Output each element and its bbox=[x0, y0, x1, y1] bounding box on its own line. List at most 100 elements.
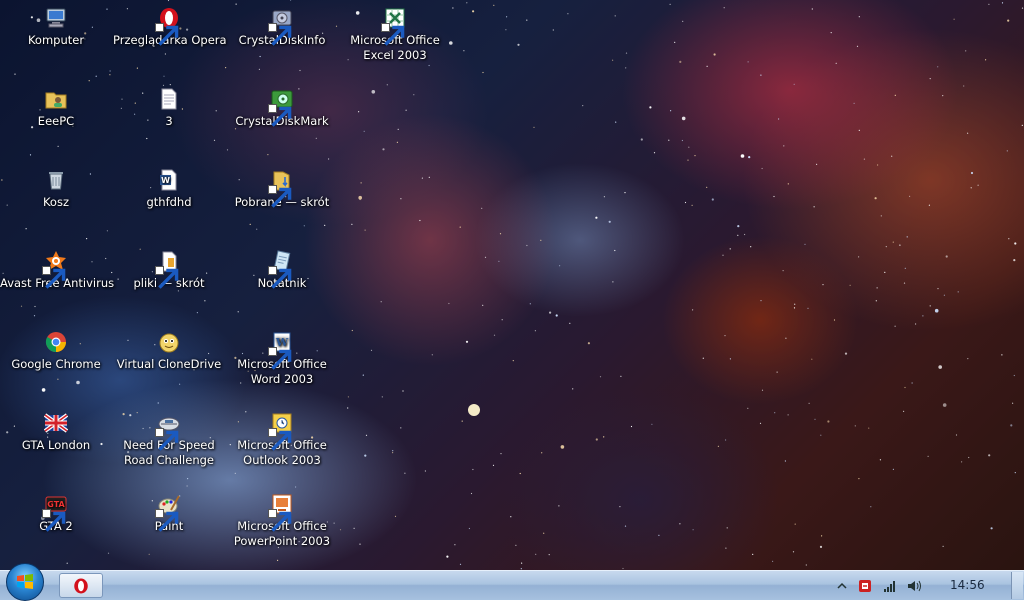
star bbox=[506, 16, 508, 18]
desktop[interactable]: Komputer EeePC Kosz Avast Free Antivirus… bbox=[0, 0, 1024, 570]
notepad-icon bbox=[268, 249, 294, 289]
desktop-icon-crystaldiskmark[interactable]: CrystalDiskMark bbox=[226, 87, 338, 129]
star bbox=[484, 256, 487, 258]
desktop-icon-gthfdhd[interactable]: W gthfdhd bbox=[113, 168, 225, 210]
star bbox=[853, 102, 855, 104]
taskbar-clock[interactable]: 14:56 bbox=[950, 578, 985, 592]
star bbox=[482, 304, 484, 306]
star bbox=[381, 396, 383, 398]
star bbox=[500, 453, 502, 455]
desktop-icon-eeepc[interactable]: EeePC bbox=[0, 87, 112, 129]
paint-icon bbox=[155, 492, 181, 532]
star bbox=[669, 3, 671, 5]
star bbox=[481, 207, 483, 209]
star bbox=[397, 128, 399, 130]
star bbox=[805, 564, 807, 566]
star bbox=[452, 7, 454, 9]
star bbox=[612, 281, 614, 283]
recycle-bin-icon bbox=[44, 168, 68, 192]
star bbox=[747, 61, 749, 63]
desktop-icon-paint[interactable]: Paint bbox=[113, 492, 225, 534]
desktop-icon-excel[interactable]: Microsoft Office Excel 2003 bbox=[339, 6, 451, 63]
star bbox=[904, 267, 906, 269]
desktop-icon-outlook[interactable]: Microsoft Office Outlook 2003 bbox=[226, 411, 338, 468]
star bbox=[692, 309, 694, 311]
star bbox=[34, 305, 36, 308]
tray-volume[interactable] bbox=[906, 578, 922, 594]
star bbox=[620, 375, 622, 377]
star bbox=[359, 198, 361, 201]
star bbox=[945, 255, 948, 258]
network-icon bbox=[884, 581, 895, 592]
desktop-icon-kosz[interactable]: Kosz bbox=[0, 168, 112, 210]
show-hidden-icons-button[interactable] bbox=[834, 578, 850, 594]
desktop-icon-label-line2: PowerPoint 2003 bbox=[233, 534, 331, 548]
tray-avast[interactable] bbox=[857, 578, 873, 594]
star bbox=[876, 287, 878, 289]
star bbox=[961, 461, 963, 463]
desktop-icon-label: GTA London bbox=[21, 438, 91, 452]
star bbox=[213, 139, 216, 141]
desktop-icon-powerpoint[interactable]: Microsoft Office PowerPoint 2003 bbox=[226, 492, 338, 549]
desktop-icon-nfs[interactable]: Need For Speed Road Challenge bbox=[113, 411, 225, 468]
star bbox=[549, 311, 552, 314]
star bbox=[567, 13, 569, 15]
star bbox=[922, 315, 924, 317]
star bbox=[614, 249, 616, 252]
desktop-icon-clonedrive[interactable]: Virtual CloneDrive bbox=[113, 330, 225, 372]
desktop-icon-komputer[interactable]: Komputer bbox=[0, 6, 112, 48]
start-button[interactable] bbox=[6, 563, 44, 601]
star bbox=[526, 244, 528, 247]
tray-network[interactable] bbox=[882, 578, 898, 594]
star bbox=[943, 294, 946, 296]
star bbox=[529, 303, 531, 305]
star bbox=[167, 0, 170, 2]
star bbox=[146, 137, 148, 140]
star bbox=[970, 187, 972, 189]
star bbox=[711, 198, 714, 201]
desktop-icon-3[interactable]: 3 bbox=[113, 87, 225, 129]
star bbox=[619, 506, 621, 508]
star bbox=[942, 545, 944, 548]
desktop-icon-gta2[interactable]: GTA GTA 2 bbox=[0, 492, 112, 534]
star bbox=[599, 376, 602, 378]
desktop-icon-chrome[interactable]: Google Chrome bbox=[0, 330, 112, 372]
clonedrive-icon bbox=[157, 330, 181, 354]
star bbox=[624, 192, 626, 194]
desktop-icon-pobrane[interactable]: Pobrane — skrót bbox=[226, 168, 338, 210]
star bbox=[492, 464, 495, 466]
desktop-icon-word[interactable]: W Microsoft Office Word 2003 bbox=[226, 330, 338, 387]
desktop-icon-avast[interactable]: Avast Free Antivirus bbox=[0, 249, 114, 291]
star bbox=[858, 129, 860, 131]
star bbox=[747, 407, 749, 409]
star bbox=[493, 334, 496, 336]
star bbox=[402, 390, 404, 392]
star bbox=[25, 228, 27, 230]
taskbar-opera-button[interactable] bbox=[59, 573, 103, 598]
bright-star bbox=[468, 404, 480, 416]
star bbox=[624, 525, 627, 527]
desktop-icon-gta-london[interactable]: GTA London bbox=[0, 411, 112, 453]
star bbox=[870, 506, 872, 508]
show-desktop-button[interactable] bbox=[1011, 572, 1023, 599]
star bbox=[811, 8, 813, 10]
star bbox=[783, 145, 785, 147]
desktop-icon-crystaldiskinfo[interactable]: CrystalDiskInfo bbox=[226, 6, 338, 48]
star bbox=[360, 182, 362, 184]
star bbox=[358, 111, 360, 113]
star bbox=[679, 60, 682, 64]
desktop-icon-notatnik[interactable]: Notatnik bbox=[226, 249, 338, 291]
star bbox=[543, 532, 545, 534]
star bbox=[482, 71, 484, 74]
star bbox=[364, 229, 366, 231]
star bbox=[392, 450, 394, 452]
star bbox=[339, 529, 342, 531]
star bbox=[106, 230, 108, 232]
desktop-icon-opera[interactable]: Przeglądarka Opera bbox=[113, 6, 227, 48]
star bbox=[820, 434, 822, 436]
star bbox=[400, 427, 402, 429]
star bbox=[759, 422, 762, 424]
desktop-icon-pliki[interactable]: pliki — skrót bbox=[113, 249, 225, 291]
star bbox=[405, 109, 407, 111]
star bbox=[400, 198, 402, 200]
